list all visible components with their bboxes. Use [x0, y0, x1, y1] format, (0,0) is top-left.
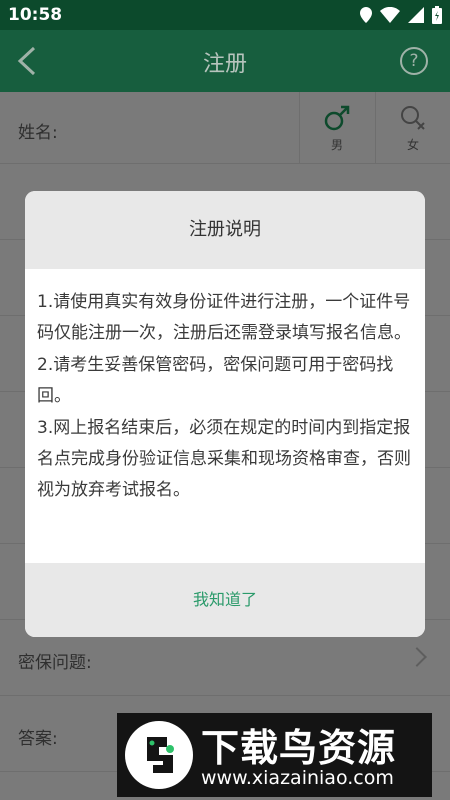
answer-label: 答案: [18, 729, 58, 749]
wifi-icon [380, 7, 400, 23]
watermark-brand: 下载鸟资源 [201, 726, 397, 770]
gender-female-label: 女 [406, 138, 419, 152]
notice-line: 1.请使用真实有效身份证件进行注册，一个证件号码仅能注册一次，注册后还需登录填写… [37, 292, 411, 344]
confirm-button[interactable]: 我知道了 [25, 563, 425, 637]
male-symbol-icon [324, 105, 350, 131]
page-title: 注册 [202, 52, 247, 77]
gender-female-option[interactable]: 女 [375, 92, 450, 164]
female-symbol-icon [401, 106, 425, 130]
help-icon[interactable]: ? [400, 47, 428, 75]
gender-male-label: 男 [330, 138, 343, 152]
chevron-right-icon [407, 647, 427, 667]
security-question-label: 密保问题: [18, 653, 92, 673]
dialog-body: 1.请使用真实有效身份证件进行注册，一个证件号码仅能注册一次，注册后还需登录填写… [25, 269, 425, 563]
notice-line: 2.请考生妥善保管密码，密保问题可用于密码找回。 [37, 354, 394, 407]
signal-icon [408, 7, 424, 23]
status-time: 10:58 [8, 5, 63, 25]
status-bar: 10:58 [0, 0, 450, 30]
watermark-banner: 下载鸟资源 www.xiazainiao.com [117, 713, 432, 797]
app-bar: 注册 ? [0, 30, 450, 92]
dialog-title: 注册说明 [25, 191, 425, 269]
name-label: 姓名: [18, 123, 58, 143]
location-icon [360, 7, 372, 23]
battery-icon [432, 6, 442, 24]
watermark-url: www.xiazainiao.com [201, 767, 394, 789]
notice-line: 3.网上报名结束后，必须在规定的时间内到指定报名点完成身份验证信息采集和现场资格… [37, 417, 411, 501]
registration-notice-dialog: 注册说明 1.请使用真实有效身份证件进行注册，一个证件号码仅能注册一次，注册后还… [25, 191, 425, 637]
name-row[interactable]: 姓名: 男 女 [0, 92, 450, 164]
gender-male-option[interactable]: 男 [299, 92, 374, 164]
bird-logo-icon [125, 721, 193, 789]
